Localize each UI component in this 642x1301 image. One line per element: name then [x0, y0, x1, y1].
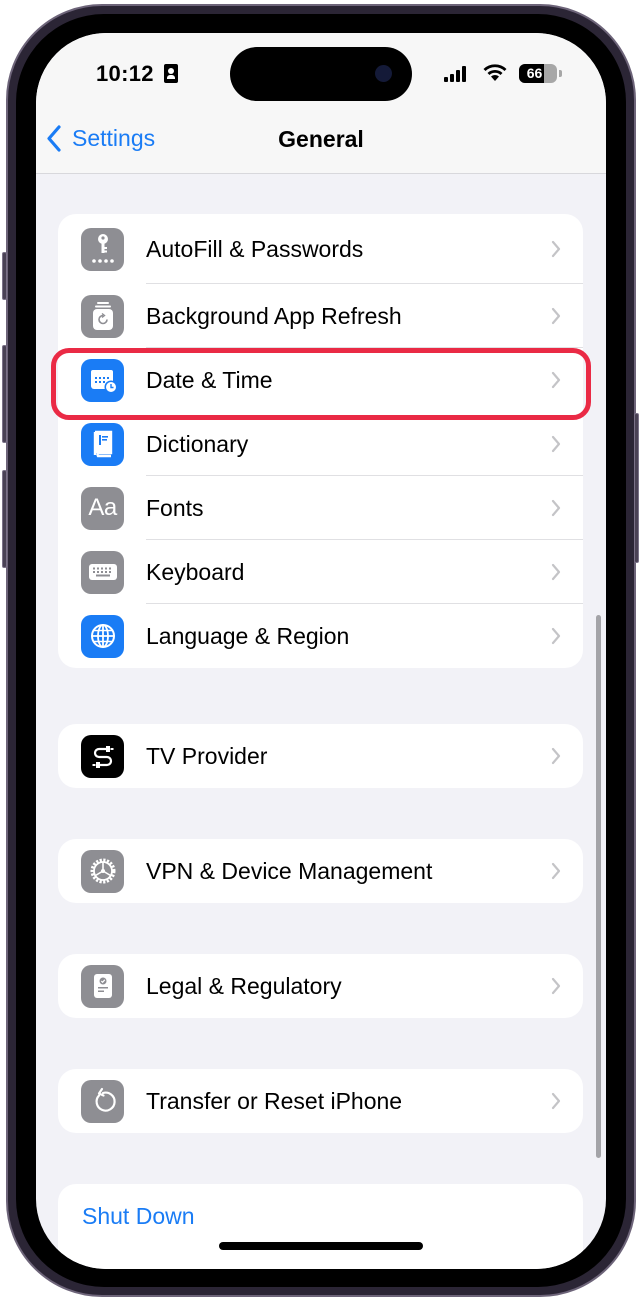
settings-group-vpn: VPN & Device Management	[58, 839, 583, 903]
chevron-right-icon	[551, 862, 561, 880]
chevron-right-icon	[551, 371, 561, 389]
settings-group-legal: Legal & Regulatory	[58, 954, 583, 1018]
battery-icon: 66	[519, 64, 557, 83]
screen: 10:12 66 Settings General AutoFill & Pas…	[36, 33, 606, 1269]
fonts-icon: Aa	[81, 486, 124, 530]
keyboard-icon	[81, 550, 124, 594]
list-item-background-app-refresh[interactable]: Background App Refresh	[58, 284, 583, 348]
list-item-vpn-device-management[interactable]: VPN & Device Management	[58, 839, 583, 903]
item-label: Transfer or Reset iPhone	[146, 1087, 403, 1114]
settings-group-general: AutoFill & Passwords Background App Refr…	[58, 214, 583, 668]
list-item-language-region[interactable]: Language & Region	[58, 604, 583, 668]
side-power-button[interactable]	[634, 413, 639, 563]
chevron-right-icon	[551, 627, 561, 645]
battery-cap	[559, 70, 562, 77]
status-time: 10:12	[96, 61, 154, 86]
list-item-keyboard[interactable]: Keyboard	[58, 540, 583, 604]
shut-down-label: Shut Down	[82, 1202, 195, 1229]
fonts-glyph: Aa	[88, 494, 117, 521]
settings-group-reset: Transfer or Reset iPhone	[58, 1069, 583, 1133]
action-button[interactable]	[2, 252, 7, 300]
chevron-right-icon	[551, 240, 561, 258]
settings-group-tv-provider: TV Provider	[58, 724, 583, 788]
refresh-icon	[81, 294, 124, 338]
globe-icon	[81, 614, 124, 658]
dynamic-island	[230, 47, 412, 101]
chevron-right-icon	[551, 747, 561, 765]
item-label: Legal & Regulatory	[146, 972, 342, 999]
chevron-right-icon	[551, 307, 561, 325]
volume-up-button[interactable]	[2, 345, 7, 443]
key-icon	[81, 227, 124, 271]
scrollbar[interactable]	[596, 615, 601, 1158]
item-label: Fonts	[146, 494, 204, 521]
item-label: AutoFill & Passwords	[146, 235, 364, 262]
shut-down-button[interactable]: Shut Down	[58, 1184, 583, 1248]
list-item-autofill-passwords[interactable]: AutoFill & Passwords	[58, 214, 583, 284]
item-label: TV Provider	[146, 742, 268, 769]
chevron-right-icon	[551, 1092, 561, 1110]
item-label: Keyboard	[146, 558, 245, 585]
volume-down-button[interactable]	[2, 470, 7, 568]
book-icon	[81, 422, 124, 466]
navigation-bar: 10:12 66 Settings General	[36, 33, 606, 174]
chevron-right-icon	[551, 563, 561, 581]
chevron-right-icon	[551, 977, 561, 995]
wifi-icon	[483, 64, 507, 81]
list-item-tv-provider[interactable]: TV Provider	[58, 724, 583, 788]
calendar-clock-icon	[81, 358, 124, 402]
camera-icon	[375, 65, 392, 82]
reset-icon	[81, 1079, 124, 1123]
legal-document-icon	[81, 964, 124, 1008]
home-indicator[interactable]	[219, 1242, 423, 1250]
list-item-dictionary[interactable]: Dictionary	[58, 412, 583, 476]
item-label: Date & Time	[146, 366, 273, 393]
signal-icon	[444, 66, 466, 82]
page-title: General	[278, 126, 364, 152]
list-item-date-time[interactable]: Date & Time	[58, 348, 583, 412]
list-item-fonts[interactable]: Aa Fonts	[58, 476, 583, 540]
item-label: Background App Refresh	[146, 302, 402, 329]
chevron-right-icon	[551, 435, 561, 453]
list-item-transfer-reset[interactable]: Transfer or Reset iPhone	[58, 1069, 583, 1133]
item-label: Language & Region	[146, 622, 350, 649]
id-badge-icon	[164, 64, 178, 83]
tv-provider-icon	[81, 734, 124, 778]
item-label: Dictionary	[146, 430, 249, 457]
battery-percent: 66	[526, 65, 543, 81]
list-item-legal-regulatory[interactable]: Legal & Regulatory	[58, 954, 583, 1018]
chevron-right-icon	[551, 499, 561, 517]
gear-icon	[81, 849, 124, 893]
settings-group-shutdown: Shut Down	[58, 1184, 583, 1269]
item-label: VPN & Device Management	[146, 857, 433, 884]
